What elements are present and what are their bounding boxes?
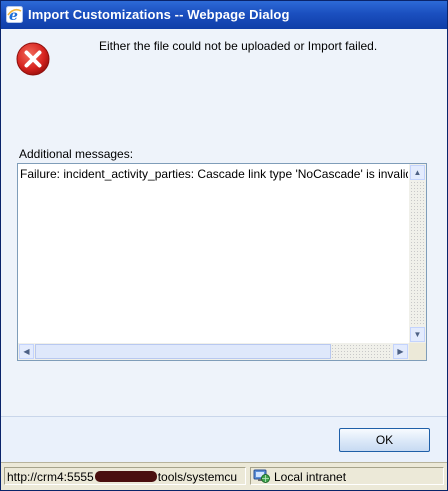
additional-messages-text[interactable]: Failure: incident_activity_parties: Casc… (20, 167, 408, 337)
scroll-up-button[interactable]: ▲ (410, 165, 425, 180)
scroll-right-button[interactable]: ▶ (393, 344, 408, 359)
scroll-down-button[interactable]: ▼ (410, 327, 425, 342)
dialog-window: e Import Customizations -- Webpage Dialo… (0, 0, 448, 491)
security-zone[interactable]: Local intranet (250, 467, 444, 485)
status-bar: http://crm4:5555 tools/systemcu Local int… (1, 462, 447, 490)
error-message: Either the file could not be uploaded or… (99, 39, 378, 53)
vertical-scrollbar[interactable]: ▲ ▼ (409, 164, 426, 343)
horizontal-scroll-thumb[interactable] (35, 344, 331, 359)
horizontal-scrollbar[interactable]: ◀ ▶ (18, 343, 409, 360)
status-url-prefix: http://crm4:5555 (7, 470, 94, 484)
redaction-mark (94, 471, 157, 482)
additional-messages-box[interactable]: Failure: incident_activity_parties: Casc… (17, 163, 427, 361)
globe-icon (253, 469, 270, 483)
dialog-content: Either the file could not be uploaded or… (1, 29, 447, 416)
scroll-corner (409, 343, 426, 360)
scroll-left-button[interactable]: ◀ (19, 344, 34, 359)
vertical-scroll-track[interactable] (410, 181, 425, 326)
ok-button[interactable]: OK (339, 428, 430, 452)
window-title: Import Customizations -- Webpage Dialog (28, 7, 290, 22)
ie-icon: e (6, 6, 23, 23)
dialog-footer: OK (1, 416, 447, 463)
title-bar[interactable]: e Import Customizations -- Webpage Dialo… (1, 1, 447, 29)
error-icon (16, 42, 50, 76)
zone-label: Local intranet (274, 470, 347, 484)
additional-messages-label: Additional messages: (19, 147, 134, 161)
status-url: http://crm4:5555 tools/systemcu (4, 467, 246, 485)
horizontal-scroll-track[interactable] (331, 344, 391, 359)
status-url-suffix: tools/systemcu (157, 470, 238, 484)
